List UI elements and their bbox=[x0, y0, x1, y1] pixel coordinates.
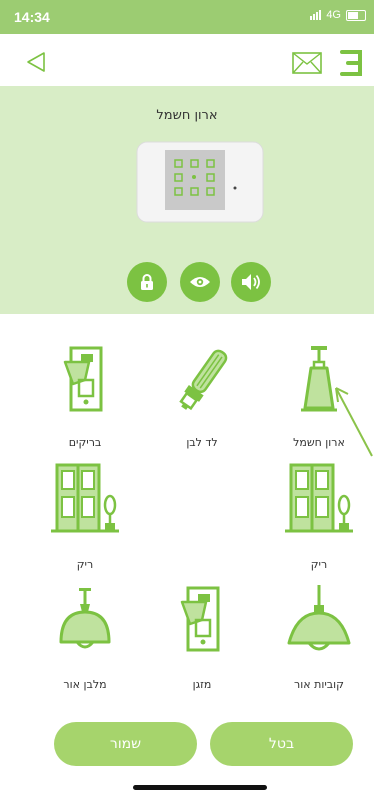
pendant-lamp-icon bbox=[287, 583, 351, 651]
top-bar bbox=[0, 34, 374, 86]
signal-icon bbox=[310, 10, 322, 20]
eye-button[interactable] bbox=[180, 262, 220, 302]
network-type: 4G bbox=[326, 9, 341, 21]
menu-icon bbox=[340, 50, 362, 76]
light-switch-icon bbox=[63, 346, 103, 412]
menu-button[interactable] bbox=[338, 48, 364, 78]
grid-item-label: מזגן bbox=[192, 678, 212, 691]
led-bulb-icon bbox=[175, 346, 232, 415]
device-panel: ארון חשמל bbox=[0, 86, 374, 314]
grid-item-label: מלבן אור bbox=[63, 678, 107, 691]
status-bar: 14:34 4G bbox=[0, 0, 374, 34]
dome-lamp-icon bbox=[59, 586, 111, 649]
mail-icon bbox=[292, 52, 322, 74]
status-indicators: 4G bbox=[310, 9, 366, 21]
status-time: 14:34 bbox=[14, 9, 50, 25]
mail-button[interactable] bbox=[292, 52, 322, 74]
light-switch-icon bbox=[180, 586, 220, 652]
battery-icon bbox=[346, 9, 366, 21]
grid-item-label: לד לבן bbox=[186, 436, 218, 449]
home-indicator bbox=[133, 785, 267, 790]
speaker-icon bbox=[242, 274, 260, 290]
back-triangle-icon bbox=[27, 52, 45, 72]
grid-item-label: בריקים bbox=[68, 436, 102, 449]
grid-item-label: ריק bbox=[310, 558, 328, 571]
device-title: ארון חשמל bbox=[156, 108, 218, 123]
device-image bbox=[135, 140, 265, 224]
speaker-button[interactable] bbox=[231, 262, 271, 302]
cancel-button[interactable]: בטל bbox=[210, 722, 353, 766]
eye-icon bbox=[190, 277, 210, 287]
back-button[interactable] bbox=[24, 50, 48, 74]
grid-item-label: קוביות אור bbox=[294, 678, 344, 691]
save-button[interactable]: שמור bbox=[54, 722, 197, 766]
lock-button[interactable] bbox=[127, 262, 167, 302]
grid-item-label: ריק bbox=[76, 558, 94, 571]
lock-icon bbox=[141, 274, 153, 290]
arrow-annotation-icon bbox=[335, 387, 373, 457]
door-plant-icon bbox=[49, 463, 121, 533]
door-plant-icon bbox=[283, 463, 355, 533]
